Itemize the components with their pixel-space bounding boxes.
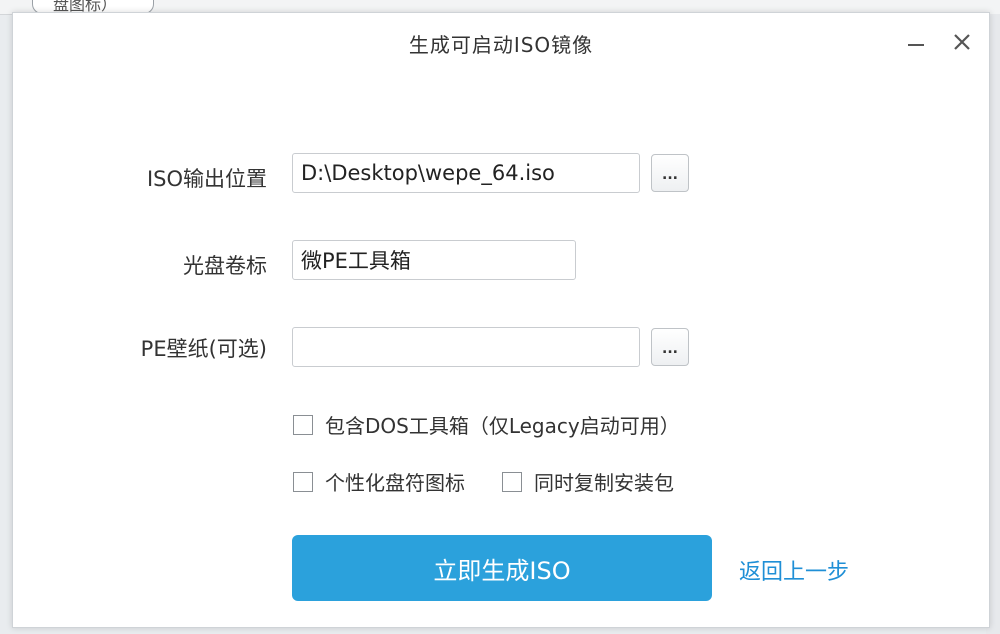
minimize-icon (908, 44, 924, 46)
copy-installer-option[interactable]: 同时复制安装包 (502, 467, 674, 496)
custom-icon-checkbox[interactable] (293, 471, 313, 492)
dos-toolbox-label: 包含DOS工具箱（仅Legacy启动可用） (325, 414, 680, 438)
copy-installer-checkbox[interactable] (502, 471, 522, 492)
disc-label-field[interactable]: 微PE工具箱 (292, 240, 576, 280)
wallpaper-label: PE壁纸(可选) (140, 337, 267, 361)
disc-label-label: 光盘卷标 (183, 254, 267, 278)
generate-iso-button[interactable]: 立即生成ISO (292, 535, 712, 601)
custom-icon-label: 个性化盘符图标 (325, 471, 465, 495)
close-button[interactable] (947, 27, 977, 57)
dialog-title: 生成可启动ISO镜像 (408, 33, 594, 57)
close-icon (954, 34, 970, 50)
copy-installer-label: 同时复制安装包 (534, 471, 674, 495)
iso-output-label: ISO输出位置 (146, 167, 267, 191)
iso-output-value: D:\Desktop\wepe_64.iso (301, 161, 555, 185)
dos-toolbox-checkbox[interactable] (293, 414, 313, 435)
custom-icon-option[interactable]: 个性化盘符图标 (293, 467, 465, 496)
iso-output-field[interactable]: D:\Desktop\wepe_64.iso (292, 153, 640, 193)
wallpaper-browse-button[interactable]: ... (651, 328, 689, 366)
iso-dialog: 生成可启动ISO镜像 ISO输出位置 D:\Desktop\wepe_64.is… (12, 12, 990, 628)
minimize-button[interactable] (901, 27, 931, 57)
disc-label-value: 微PE工具箱 (301, 249, 411, 273)
back-link[interactable]: 返回上一步 (739, 554, 849, 586)
wallpaper-field[interactable] (292, 327, 640, 367)
iso-output-browse-button[interactable]: ... (651, 154, 689, 192)
dos-toolbox-option[interactable]: 包含DOS工具箱（仅Legacy启动可用） (293, 410, 680, 439)
